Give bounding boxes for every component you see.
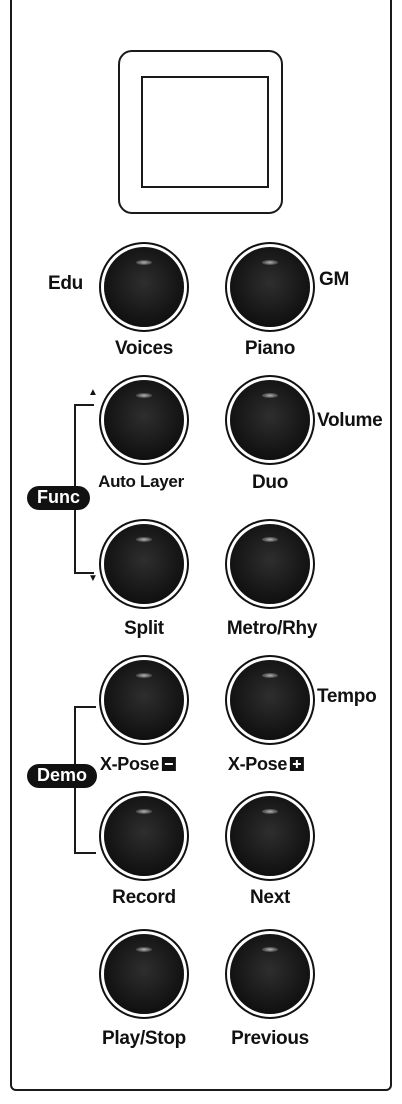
previous-label: Previous <box>231 1028 309 1049</box>
func-tag: Func <box>27 486 90 510</box>
next-label: Next <box>250 887 290 908</box>
metro-rhy-label: Metro/Rhy <box>226 618 318 639</box>
xpose-minus-label: X-Pose <box>99 754 177 775</box>
next-button[interactable] <box>230 796 310 876</box>
tempo-label: Tempo <box>317 686 377 707</box>
metro-rhy-button[interactable] <box>230 524 310 604</box>
play-stop-button[interactable] <box>104 934 184 1014</box>
piano-label: Piano <box>244 338 296 359</box>
piano-button[interactable] <box>230 247 310 327</box>
split-button[interactable] <box>104 524 184 604</box>
voices-button[interactable] <box>104 247 184 327</box>
xpose-plus-button[interactable] <box>230 660 310 740</box>
xpose-plus-text: X-Pose <box>227 754 288 774</box>
lcd-screen <box>141 76 269 188</box>
duo-button[interactable] <box>230 380 310 460</box>
voices-label: Voices <box>114 338 174 359</box>
play-stop-label: Play/Stop <box>102 1028 186 1049</box>
split-label: Split <box>124 618 164 639</box>
demo-tag: Demo <box>27 764 98 788</box>
duo-label: Duo <box>251 472 289 493</box>
volume-label: Volume <box>317 410 383 431</box>
minus-icon <box>162 757 177 771</box>
xpose-minus-text: X-Pose <box>99 754 160 774</box>
gm-label: GM <box>319 269 350 290</box>
auto-layer-button[interactable] <box>104 380 184 460</box>
previous-button[interactable] <box>230 934 310 1014</box>
up-arrow-icon: ▲ <box>88 387 98 398</box>
record-label: Record <box>112 887 176 908</box>
xpose-minus-button[interactable] <box>104 660 184 740</box>
record-button[interactable] <box>104 796 184 876</box>
auto-layer-label: Auto Layer <box>98 472 184 491</box>
xpose-plus-label: X-Pose <box>227 754 305 775</box>
edu-label: Edu <box>48 273 83 294</box>
plus-icon <box>290 757 305 771</box>
down-arrow-icon: ▼ <box>88 573 98 584</box>
